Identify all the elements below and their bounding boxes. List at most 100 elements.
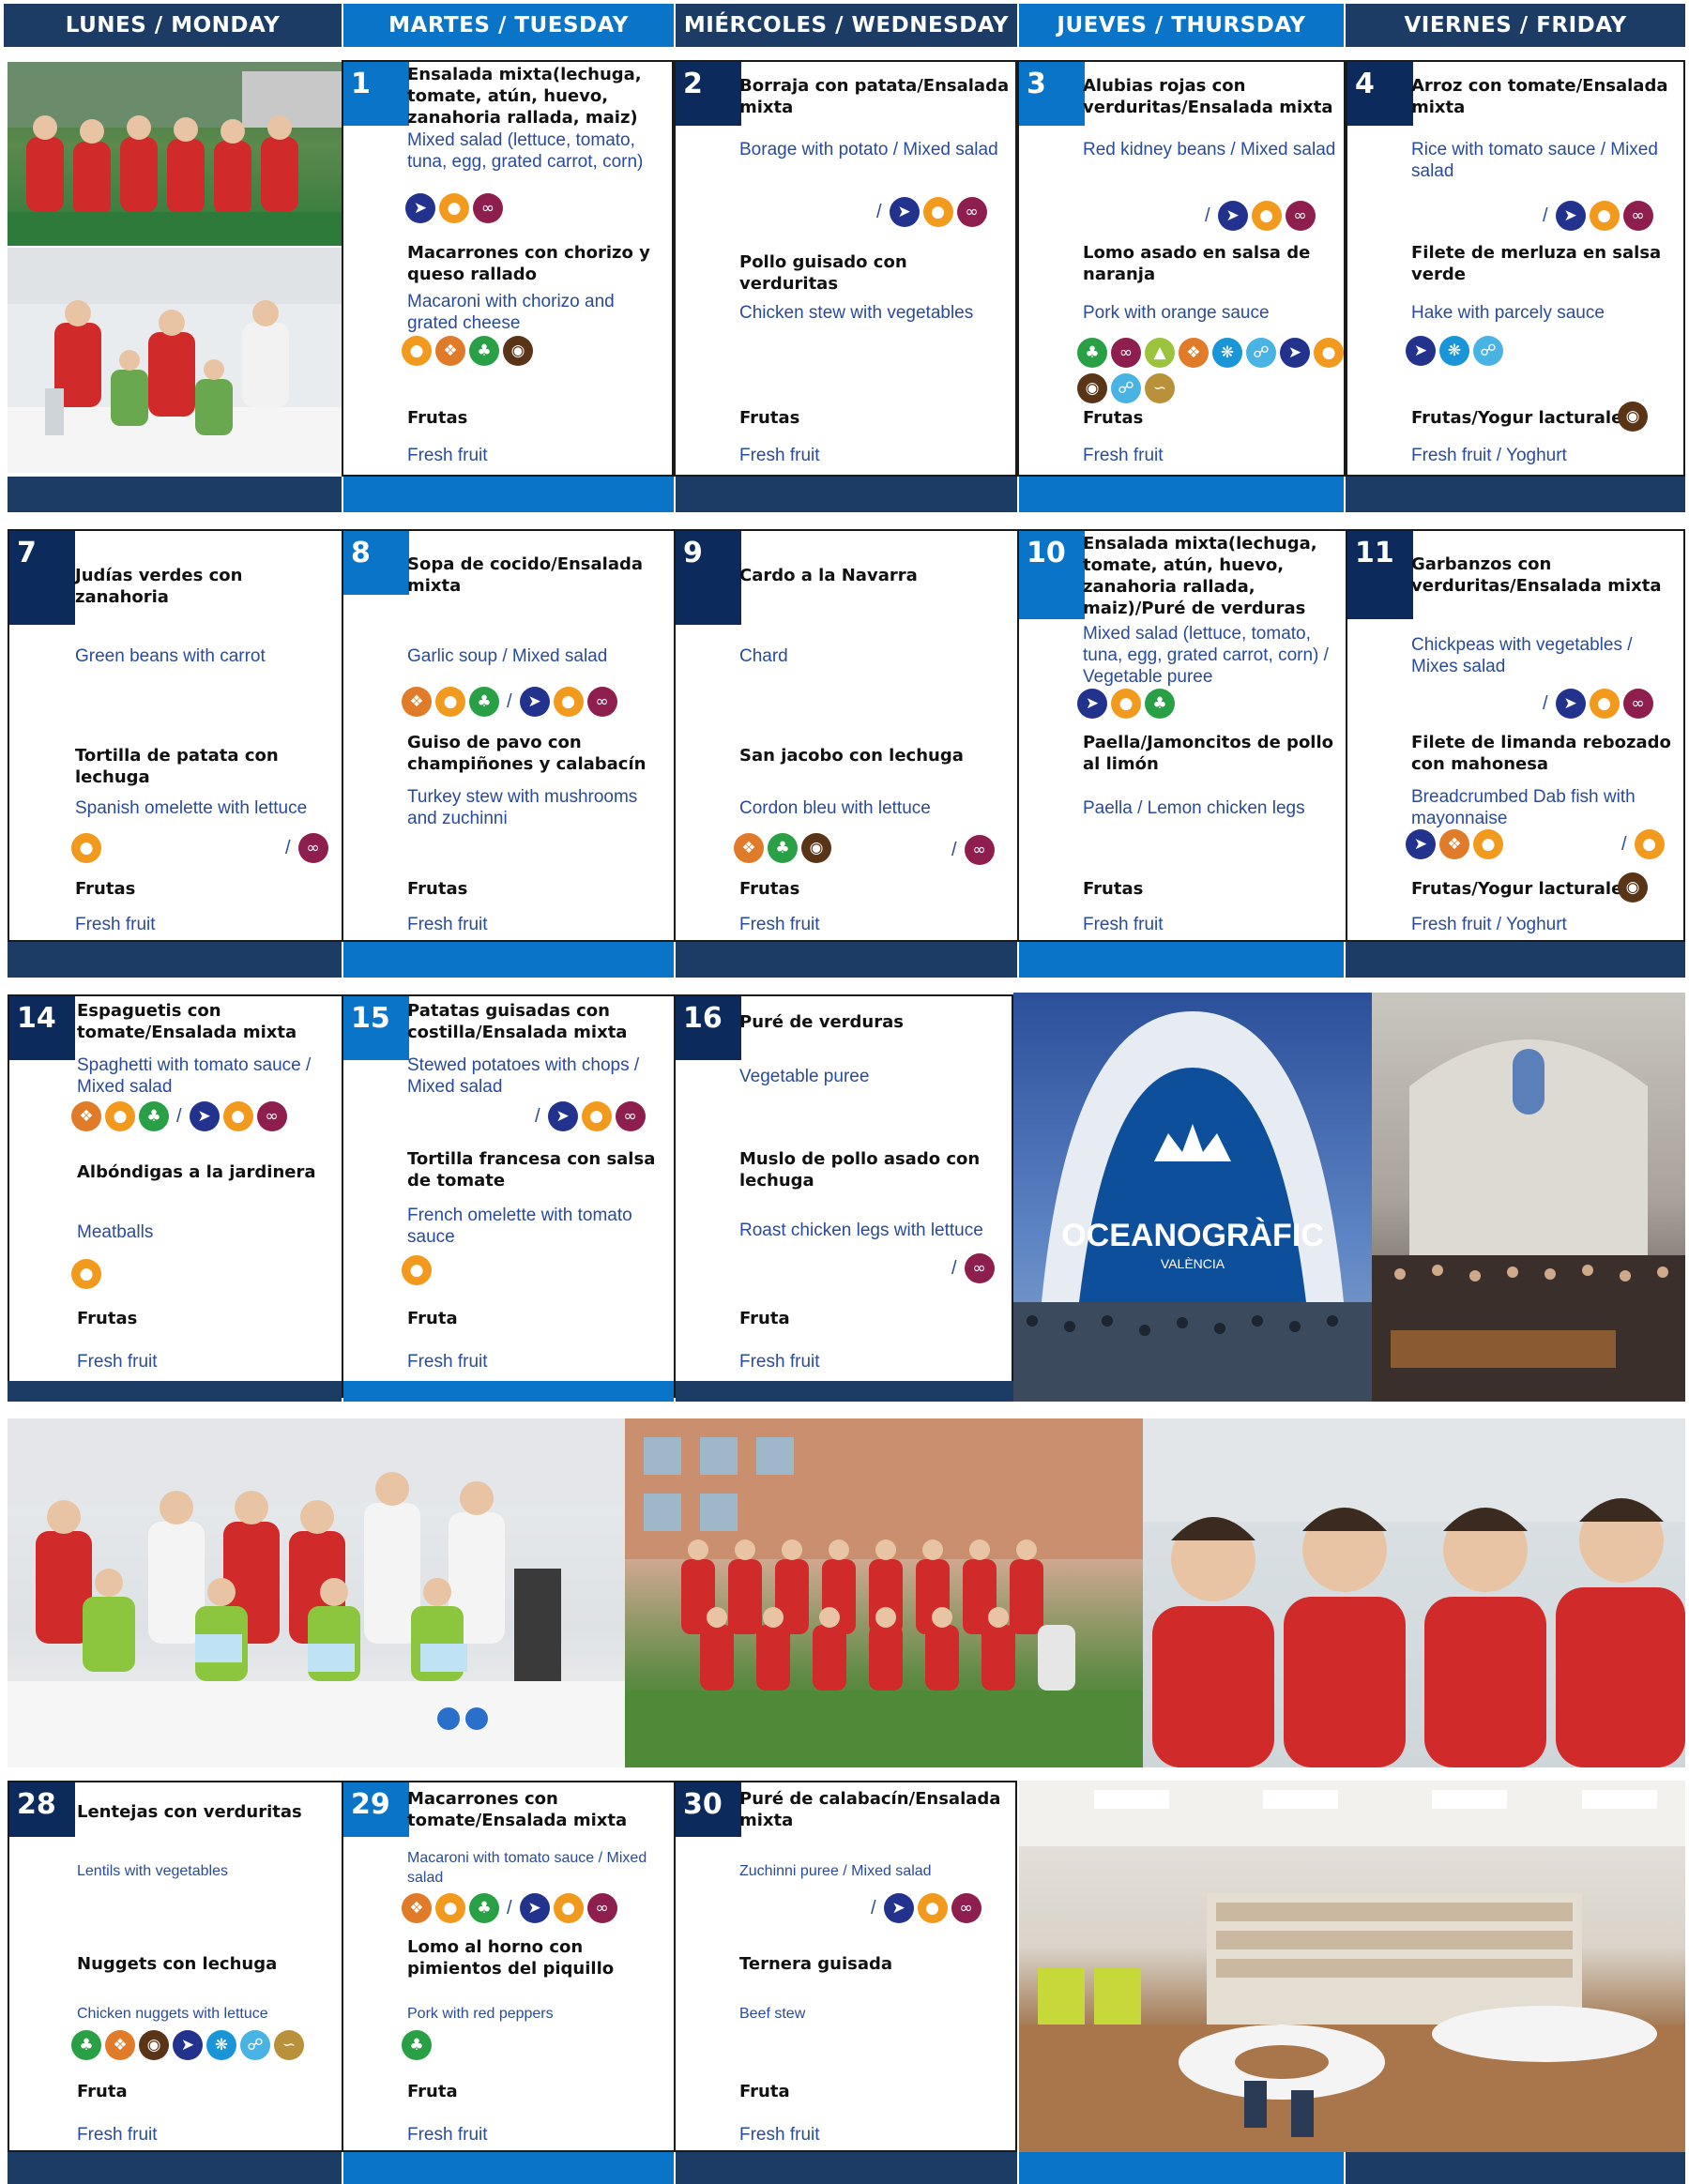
day-number: 14 — [9, 996, 75, 1060]
photo-class-group-garden — [625, 1418, 1143, 1767]
fish-icon: ➤ — [1555, 201, 1586, 231]
dish2-es: Ternera guisada — [739, 1954, 893, 1974]
dish2-en: Spanish omelette with lettuce — [75, 798, 308, 818]
allergen-icons: / ∞ — [282, 833, 328, 863]
separator: / — [535, 1105, 540, 1127]
allergen-icons: / ➤ ● ∞ — [867, 1893, 981, 1923]
day-cell-10: 10 Ensalada mixta(lechuga, tomate, atún,… — [1017, 529, 1347, 942]
allergen-icons: ➤ ● ♣ — [1077, 689, 1175, 719]
dish2-en: Pork with red peppers — [407, 2006, 554, 2022]
oceanografic-title: OCEANOGRÀFIC — [1061, 1218, 1324, 1253]
dish3-es: Frutas — [739, 879, 800, 899]
day-label: MIÉRCOLES / WEDNESDAY — [683, 13, 1010, 38]
fish-icon: ➤ — [883, 1893, 914, 1923]
egg-icon: ● — [581, 1101, 612, 1131]
dish2-es: Guiso de pavo con champiñones y calabací… — [407, 733, 647, 774]
dish3-en: Fresh fruit — [1083, 915, 1164, 934]
sulfite-icon: ∞ — [964, 835, 995, 865]
week2-bar-tue — [343, 942, 674, 978]
day-cell-14: 14 Espaguetis con tomate/Ensalada mixta … — [8, 994, 343, 1398]
sulfite-icon: ∞ — [297, 833, 328, 863]
shell-icon: ☍ — [1473, 336, 1503, 366]
dish1-en: Vegetable puree — [739, 1067, 870, 1086]
dish3-en: Fresh fruit / Yoghurt — [1411, 915, 1567, 934]
crab-icon: ❋ — [1212, 338, 1242, 368]
dish3-es: Frutas — [75, 879, 136, 899]
day-number: 8 — [343, 531, 409, 595]
dish1-en: Green beans with carrot — [75, 646, 266, 666]
day-cell-8: 8 Sopa de cocido/Ensalada mixta Garlic s… — [342, 529, 676, 942]
dish2-en: Pork with orange sauce — [1083, 303, 1270, 323]
photo-four-students — [1143, 1418, 1685, 1767]
allergen-icons: / ∞ — [948, 1253, 995, 1283]
fish-icon: ➤ — [1555, 689, 1586, 719]
day-number: 7 — [9, 531, 75, 625]
dish2-es: Tortilla de patata con lechuga — [75, 746, 279, 787]
week1-bar-thu — [1019, 477, 1344, 512]
dish1-es: Macarrones con tomate/Ensalada mixta — [407, 1789, 628, 1830]
dish1-es: Ensalada mixta(lechuga, tomate, atún, hu… — [407, 65, 642, 128]
day-number: 29 — [343, 1782, 409, 1837]
dish3-en: Fresh fruit — [739, 915, 820, 934]
dish1-en: Mixed salad (lettuce, tomato, tuna, egg,… — [1083, 624, 1329, 687]
week5-bar-wed — [676, 2152, 1017, 2184]
photo-library-svg — [1019, 1781, 1685, 2152]
dish1-en: Chickpeas with vegetables / Mixes salad — [1411, 635, 1633, 676]
dish1-es: Garbanzos con verduritas/Ensalada mixta — [1411, 554, 1662, 596]
dish1-es: Cardo a la Navarra — [739, 566, 918, 585]
dish2-en: Macaroni with chorizo and grated cheese — [407, 292, 615, 333]
dish2-es: Paella/Jamoncitos de pollo al limón — [1083, 733, 1334, 774]
dish1-en: Spaghetti with tomato sauce / Mixed sala… — [77, 1055, 312, 1097]
week5-bar-mon — [8, 2152, 342, 2184]
dish1-en: Mixed salad (lettuce, tomato, tuna, egg,… — [407, 130, 644, 172]
photo-church-gathering-svg — [1372, 1039, 1685, 1402]
milk-icon: ◉ — [503, 336, 533, 366]
dish2-es: Filete de merluza en salsa verde — [1411, 243, 1662, 284]
dish2-en: Turkey stew with mushrooms and zuchinni — [407, 787, 638, 828]
celery-icon: ♣ — [139, 1101, 169, 1131]
dish3-en: Fresh fruit — [75, 915, 156, 934]
photo-science-kids-svg — [8, 1418, 625, 1767]
allergen-icons: ❖ ● ♣ / ➤ ● ∞ — [71, 1101, 287, 1131]
allergen-icons: / ∞ — [948, 835, 995, 865]
fish-icon: ➤ — [519, 687, 550, 717]
header-friday: VIERNES / FRIDAY — [1346, 4, 1685, 47]
dish2-es: Muslo de pollo asado con lechuga — [739, 1149, 981, 1191]
sulfite-icon: ∞ — [951, 1893, 981, 1923]
dish1-es: Alubias rojas con verduritas/Ensalada mi… — [1083, 76, 1333, 117]
week2-bar-fri — [1346, 942, 1685, 978]
dish3-en: Fresh fruit — [407, 915, 488, 934]
allergen-icons: ❖ ● ♣ / ➤ ● ∞ — [402, 1893, 617, 1923]
egg-icon: ● — [922, 197, 953, 227]
dish2-en: Chicken stew with vegetables — [739, 303, 974, 323]
dish3-es: Fruta — [77, 2082, 128, 2101]
dish1-en: Borage with potato / Mixed salad — [739, 140, 998, 159]
egg-icon: ● — [105, 1101, 135, 1131]
egg-icon: ● — [71, 833, 101, 863]
sulfite-icon: ∞ — [964, 1253, 995, 1283]
week5-bar-tue — [343, 2152, 674, 2184]
photo-science-kids — [8, 1418, 625, 1767]
header-wednesday: MIÉRCOLES / WEDNESDAY — [676, 4, 1017, 47]
dish1-en: Garlic soup / Mixed salad — [407, 646, 608, 666]
header-monday: LUNES / MONDAY — [4, 4, 342, 47]
dish3-en: Fresh fruit — [407, 2125, 488, 2145]
day-number: 1 — [343, 62, 409, 126]
week3-bar-mon — [8, 1381, 342, 1402]
day-number: 15 — [343, 996, 409, 1060]
egg-icon: ● — [439, 193, 469, 223]
milk-icon: ◉ — [139, 2030, 169, 2060]
day-number: 2 — [676, 62, 741, 126]
week5-bar-fri — [1346, 2152, 1685, 2184]
allergen-icons: ♣ ∞ ▲ ❖ ❋ ☍ ➤ ● ◉ ☍ ∽ — [1077, 338, 1344, 403]
egg-icon: ● — [222, 1101, 253, 1131]
dish3-en: Fresh fruit — [77, 2125, 158, 2145]
day-cell-29: 29 Macarrones con tomate/Ensalada mixta … — [342, 1781, 676, 2152]
sulfite-icon: ∞ — [256, 1101, 287, 1131]
dish3-es: Frutas — [1083, 408, 1144, 428]
dish1-es: Ensalada mixta(lechuga, tomate, atún, hu… — [1083, 534, 1317, 618]
fish-icon: ➤ — [1406, 829, 1436, 859]
day-cell-11: 11 Garbanzos con verduritas/Ensalada mix… — [1346, 529, 1685, 942]
celery-icon: ♣ — [768, 833, 798, 863]
sesame-icon: ∽ — [1145, 373, 1175, 403]
